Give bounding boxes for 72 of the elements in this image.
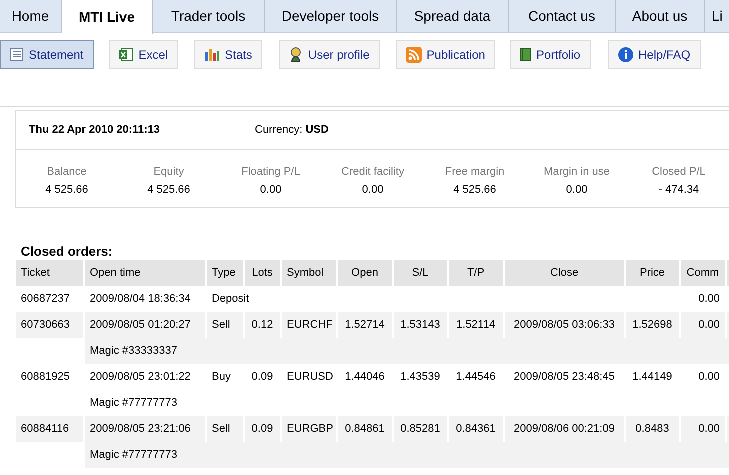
stat-label: Floating P/L <box>242 165 300 180</box>
toolbar-button[interactable]: Publication <box>396 40 496 69</box>
stat-value: 0.00 <box>260 182 282 198</box>
table-cell-text: 0.00 <box>698 318 720 333</box>
table-cell-text: 0.09 <box>252 370 274 385</box>
table-cell-text: 0.84361 <box>456 422 496 437</box>
toolbar-button[interactable]: User profile <box>279 40 380 69</box>
toolbar-button[interactable]: Statement <box>0 40 94 69</box>
stat-value: 4 525.66 <box>148 182 190 198</box>
table-cell-text: 1.53143 <box>400 318 440 333</box>
rss-icon <box>406 46 422 62</box>
table-cell-text: 0.12 <box>252 318 274 333</box>
table-cell-text: 60687237 <box>21 292 70 307</box>
user-icon <box>289 46 304 62</box>
table-cell-text: Sell <box>212 318 230 333</box>
stat-value: 4 525.66 <box>46 182 88 198</box>
table-cell-text: 2009/08/05 03:06:33 <box>514 318 615 333</box>
table-cell-text: 0.00 <box>698 422 720 437</box>
toolbar-button[interactable]: Excel <box>108 40 178 69</box>
magic-number: Magic #33333337 <box>85 338 282 364</box>
table-cell-text: EURGBP <box>287 422 334 437</box>
document-icon <box>10 48 24 62</box>
table-cell-text: 1.52114 <box>456 318 496 333</box>
stat-value: 0.00 <box>566 182 588 198</box>
table-cell-text: 60730663 <box>21 318 70 333</box>
stat-label: Free margin <box>445 165 505 180</box>
book-icon <box>520 48 532 61</box>
stat-label: Balance <box>47 165 87 180</box>
table-cell-text: 1.43539 <box>400 370 440 385</box>
currency-label: Currency: <box>255 122 303 138</box>
table-cell-text: 2009/08/05 23:01:22 <box>90 370 191 385</box>
table-cell-text: Buy <box>212 370 231 385</box>
table-cell-text: 2009/08/04 18:36:34 <box>90 292 191 307</box>
table-cell-text: 0.85281 <box>400 422 440 437</box>
stat-value: 4 525.66 <box>454 182 496 198</box>
stat-label: Credit facility <box>342 165 404 180</box>
table-cell-text: 0.8483 <box>636 422 670 437</box>
spreadsheet-icon <box>118 48 134 62</box>
stat-value: 0.00 <box>362 182 384 198</box>
table-cell-text: 2009/08/05 23:48:45 <box>514 370 615 385</box>
table-cell-text: 0.00 <box>698 292 720 307</box>
stat-value: - 474.34 <box>658 182 700 198</box>
magic-number: Magic #77777773 <box>85 442 282 468</box>
table-cell-text: 2009/08/06 00:21:09 <box>514 422 615 437</box>
info-icon <box>618 46 634 62</box>
statement-datetime: Thu 22 Apr 2010 20:11:13 <box>29 122 162 138</box>
table-cell-text: Sell <box>212 422 230 437</box>
table-cell-text: 1.44149 <box>632 370 672 385</box>
toolbar-button[interactable]: Portfolio <box>510 40 591 69</box>
toolbar-button[interactable]: Help/FAQ <box>608 40 701 69</box>
table-cell-text: EURUSD <box>287 370 334 385</box>
section-title: Closed orders: <box>21 243 114 260</box>
table-cell-text: 2009/08/05 01:20:27 <box>90 318 191 333</box>
table-cell-text: 60881925 <box>21 370 70 385</box>
toolbar-button[interactable]: Stats <box>194 40 262 69</box>
table-cell-text: 0.00 <box>698 370 720 385</box>
nav-tab[interactable]: MTI Live <box>62 0 153 34</box>
table-cell-text: 0.84861 <box>345 422 385 437</box>
table-cell-text: 1.44046 <box>345 370 385 385</box>
table-cell-text: 2009/08/05 23:21:06 <box>90 422 191 437</box>
table-cell-text: Deposit <box>212 292 250 307</box>
stat-label: Equity <box>154 165 184 180</box>
table-cell-text: 1.44546 <box>456 370 496 385</box>
stat-label: Margin in use <box>544 165 610 180</box>
table-cell-text: 60884116 <box>21 422 70 437</box>
bar-chart-icon <box>204 47 220 62</box>
table-cell-text: 0.09 <box>252 422 274 437</box>
table-cell-text: EURCHF <box>287 318 333 333</box>
table-cell-text: 1.52714 <box>345 318 385 333</box>
stat-label: Closed P/L <box>652 165 706 180</box>
currency-value: USD <box>306 122 329 138</box>
table-cell-text: 1.52698 <box>632 318 672 333</box>
